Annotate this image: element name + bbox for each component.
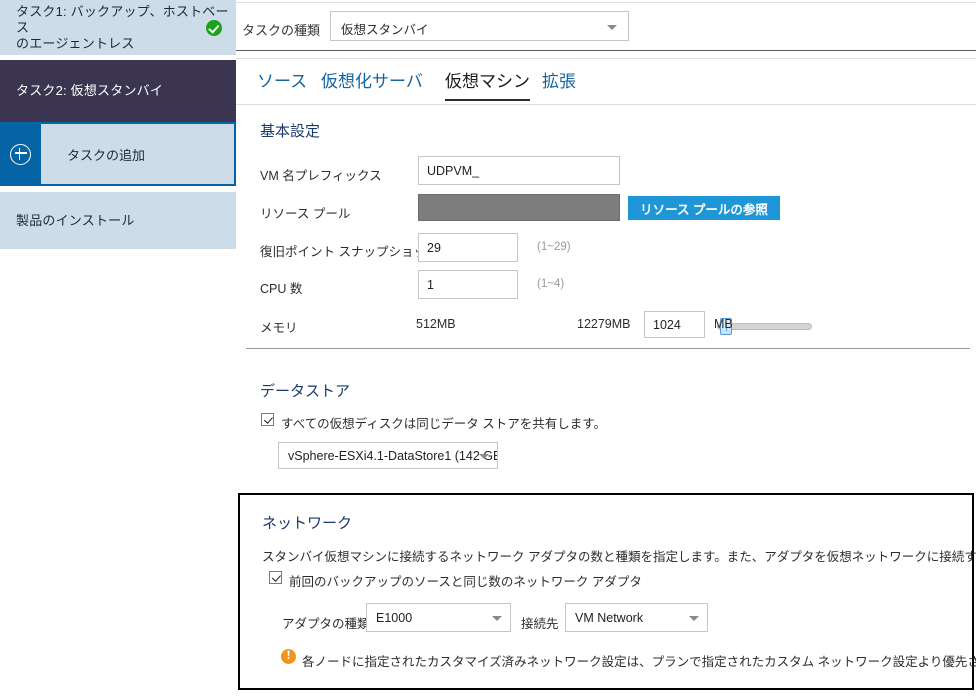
vm-prefix-input[interactable]: UDPVM_ <box>418 156 620 185</box>
cpu-count-label: CPU 数 <box>260 282 303 296</box>
sidebar-add-task-label: タスクの追加 <box>67 147 146 163</box>
sidebar-item-task2[interactable]: タスク2: 仮想スタンバイ <box>0 60 236 122</box>
tab-virtual-machine[interactable]: 仮想マシン <box>445 67 530 101</box>
cpu-count-input[interactable]: 1 <box>418 270 518 299</box>
same-adapter-count-label: 前回のバックアップのソースと同じ数のネットワーク アダプタ <box>289 575 642 589</box>
memory-value: 1024 <box>653 317 681 332</box>
divider-under-tasktype <box>236 50 976 51</box>
divider-above-datastore <box>246 348 970 349</box>
task-type-select[interactable]: 仮想スタンバイ <box>330 11 629 41</box>
tab-extension[interactable]: 拡張 <box>542 67 576 99</box>
sidebar-add-task[interactable]: タスクの追加 <box>0 122 236 186</box>
memory-max-label: 12279MB <box>577 317 631 331</box>
sidebar-item-install-product-label: 製品のインストール <box>16 212 135 228</box>
tab-bar: ソース 仮想化サーバ 仮想マシン 拡張 <box>236 63 976 104</box>
datastore-selected-value: vSphere-ESXi4.1-DataStore1 (142 GB <box>288 448 498 463</box>
network-warning-text: 各ノードに指定されたカスタマイズ済みネットワーク設定は、プランで指定されたカスタ… <box>302 655 976 669</box>
sidebar-item-task1-label-line2: のエージェントレス <box>16 35 135 51</box>
memory-value-input[interactable]: 1024 <box>644 311 705 338</box>
recovery-point-snapshot-input[interactable]: 29 <box>418 233 518 262</box>
share-datastore-checkbox[interactable] <box>261 413 274 426</box>
network-description: スタンバイ仮想マシンに接続するネットワーク アダプタの数と種類を指定します。また… <box>262 550 976 564</box>
virtual-standby-config-page: タスク1: バックアップ、ホストベース のエージェントレス タスク2: 仮想スタ… <box>0 0 976 696</box>
chevron-down-icon <box>607 25 617 30</box>
divider-under-tabs <box>236 104 976 105</box>
network-panel: ネットワーク スタンバイ仮想マシンに接続するネットワーク アダプタの数と種類を指… <box>238 493 976 690</box>
vm-prefix-label: VM 名プレフィックス <box>260 169 382 183</box>
main-content: タスクの種類 仮想スタンバイ ソース 仮想化サーバ 仮想マシン 拡張 基本設定 … <box>236 0 976 696</box>
tab-virtualization-server[interactable]: 仮想化サーバ <box>321 67 423 99</box>
resource-pool-input <box>418 194 620 221</box>
sidebar-item-task1-label-line1: タスク1: バックアップ、ホストベース <box>16 3 229 35</box>
chevron-down-icon <box>689 615 699 621</box>
datastore-select[interactable]: vSphere-ESXi4.1-DataStore1 (142 GB <box>278 442 498 469</box>
vm-prefix-value: UDPVM_ <box>427 163 480 178</box>
task-type-label: タスクの種類 <box>242 23 321 38</box>
tab-source[interactable]: ソース <box>257 67 307 99</box>
basic-settings-title: 基本設定 <box>260 123 321 140</box>
recovery-point-snapshot-hint: (1~29) <box>537 241 571 253</box>
divider-top <box>236 2 976 3</box>
check-circle-icon <box>206 19 222 36</box>
task-type-value: 仮想スタンバイ <box>341 23 429 37</box>
share-datastore-label: すべての仮想ディスクは同じデータ ストアを共有します。 <box>281 417 606 431</box>
network-title: ネットワーク <box>262 515 353 532</box>
memory-label: メモリ <box>260 321 298 335</box>
adapter-type-label: アダプタの種類 <box>282 617 370 631</box>
cpu-count-hint: (1~4) <box>537 278 565 290</box>
divider-above-tabs <box>236 58 976 59</box>
chevron-down-icon <box>479 453 489 459</box>
connect-to-value: VM Network <box>575 610 644 625</box>
browse-resource-pool-button[interactable]: リソース プールの参照 <box>628 196 780 220</box>
cpu-count-value: 1 <box>427 277 434 292</box>
sidebar-item-task2-label: タスク2: 仮想スタンバイ <box>16 83 164 98</box>
same-adapter-count-checkbox[interactable] <box>269 571 282 584</box>
plus-circle-icon <box>0 122 41 186</box>
task-sidebar: タスク1: バックアップ、ホストベース のエージェントレス タスク2: 仮想スタ… <box>0 0 236 696</box>
recovery-point-snapshot-label: 復旧ポイント スナップショット <box>260 245 439 259</box>
recovery-point-snapshot-value: 29 <box>427 240 441 255</box>
adapter-type-value: E1000 <box>376 610 413 625</box>
memory-min-label: 512MB <box>416 317 456 331</box>
datastore-title: データストア <box>260 383 351 400</box>
sidebar-item-install-product[interactable]: 製品のインストール <box>0 192 236 249</box>
memory-unit-label: MB <box>714 317 733 331</box>
resource-pool-label: リソース プール <box>260 207 351 221</box>
connect-to-select[interactable]: VM Network <box>565 603 708 632</box>
warning-icon <box>281 648 296 664</box>
adapter-type-select[interactable]: E1000 <box>366 603 511 632</box>
sidebar-item-task1[interactable]: タスク1: バックアップ、ホストベース のエージェントレス <box>0 0 236 55</box>
connect-to-label: 接続先 <box>521 617 559 631</box>
chevron-down-icon <box>492 615 502 621</box>
